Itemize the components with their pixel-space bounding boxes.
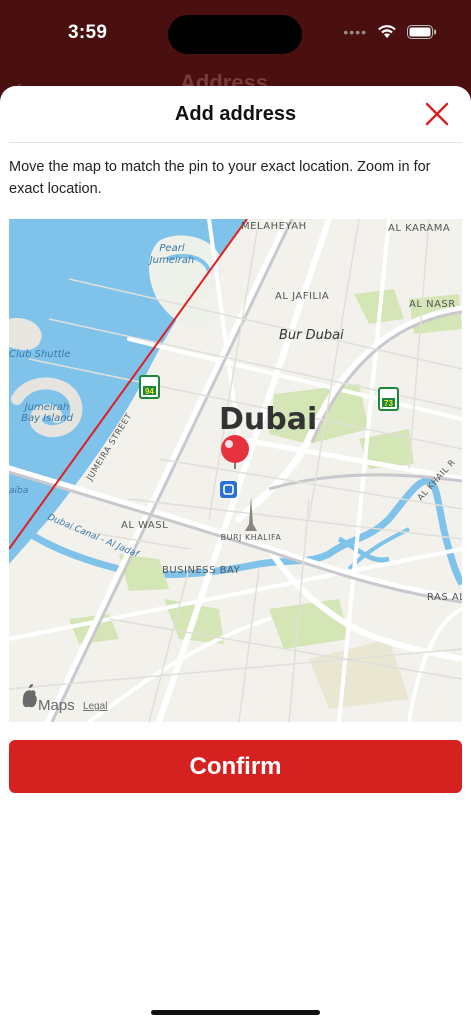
wifi-icon [378,25,396,38]
map-label-jumeirah-bay-2: Bay Island [21,413,73,424]
map-label-al-jafilia: AL JAFILIA [275,291,329,302]
status-time: 3:59 [68,22,108,43]
sheet-header: Add address [0,86,471,142]
map-label-bur-dubai: Bur Dubai [279,328,344,343]
sheet-title: Add address [174,103,297,125]
home-indicator [151,1010,320,1015]
map-label-club-shuttle: Club Shuttle [9,349,70,360]
map-label-burj-khalifa: BURJ KHALIFA [221,533,282,542]
map-label-al-karama: AL KARAMA [388,223,450,234]
cellular-signal-icon: •••• [343,23,367,40]
dynamic-island [168,15,302,54]
confirm-button[interactable]: Confirm [9,740,462,793]
maps-brand-label: Maps [38,697,75,714]
map-label-al-wasl: AL WASL [121,520,168,531]
map-label-pearl: Pearl [159,243,184,254]
route-94-shield: 94 [139,375,160,399]
map-label-business-bay: BUSINESS BAY [162,565,241,576]
metro-station-icon [220,481,237,498]
map-label-aiba: aiba [9,486,28,496]
legal-link[interactable]: Legal [83,701,107,712]
close-button[interactable] [423,100,451,128]
map-label-jumeirah-bay-1: Jumeirah [23,402,70,413]
map-label-al-nasr: AL NASR [409,299,456,310]
map-view[interactable]: 94 73 MELAHEYAH AL KARAMA Pearl Jumeirah… [9,219,462,722]
close-icon [425,102,449,126]
status-bar: 3:59 •••• [0,0,471,68]
route-73-label: 73 [384,399,393,408]
map-label-jumeirah: Jumeirah [148,255,195,266]
map-label-dubai: Dubai [219,402,317,437]
battery-icon [407,24,436,39]
map-canvas[interactable]: 94 73 MELAHEYAH AL KARAMA Pearl Jumeirah… [9,219,462,722]
map-label-ras-al: RAS AL [427,592,462,603]
header-divider [9,142,462,143]
route-94-label: 94 [145,387,154,396]
map-instructions: Move the map to match the pin to your ex… [9,159,431,197]
add-address-sheet: Add address Move the map to match the pi… [0,86,471,1024]
map-label-melaheyah: MELAHEYAH [241,221,307,232]
route-73-shield: 73 [378,387,399,411]
status-icons: •••• [343,24,437,39]
